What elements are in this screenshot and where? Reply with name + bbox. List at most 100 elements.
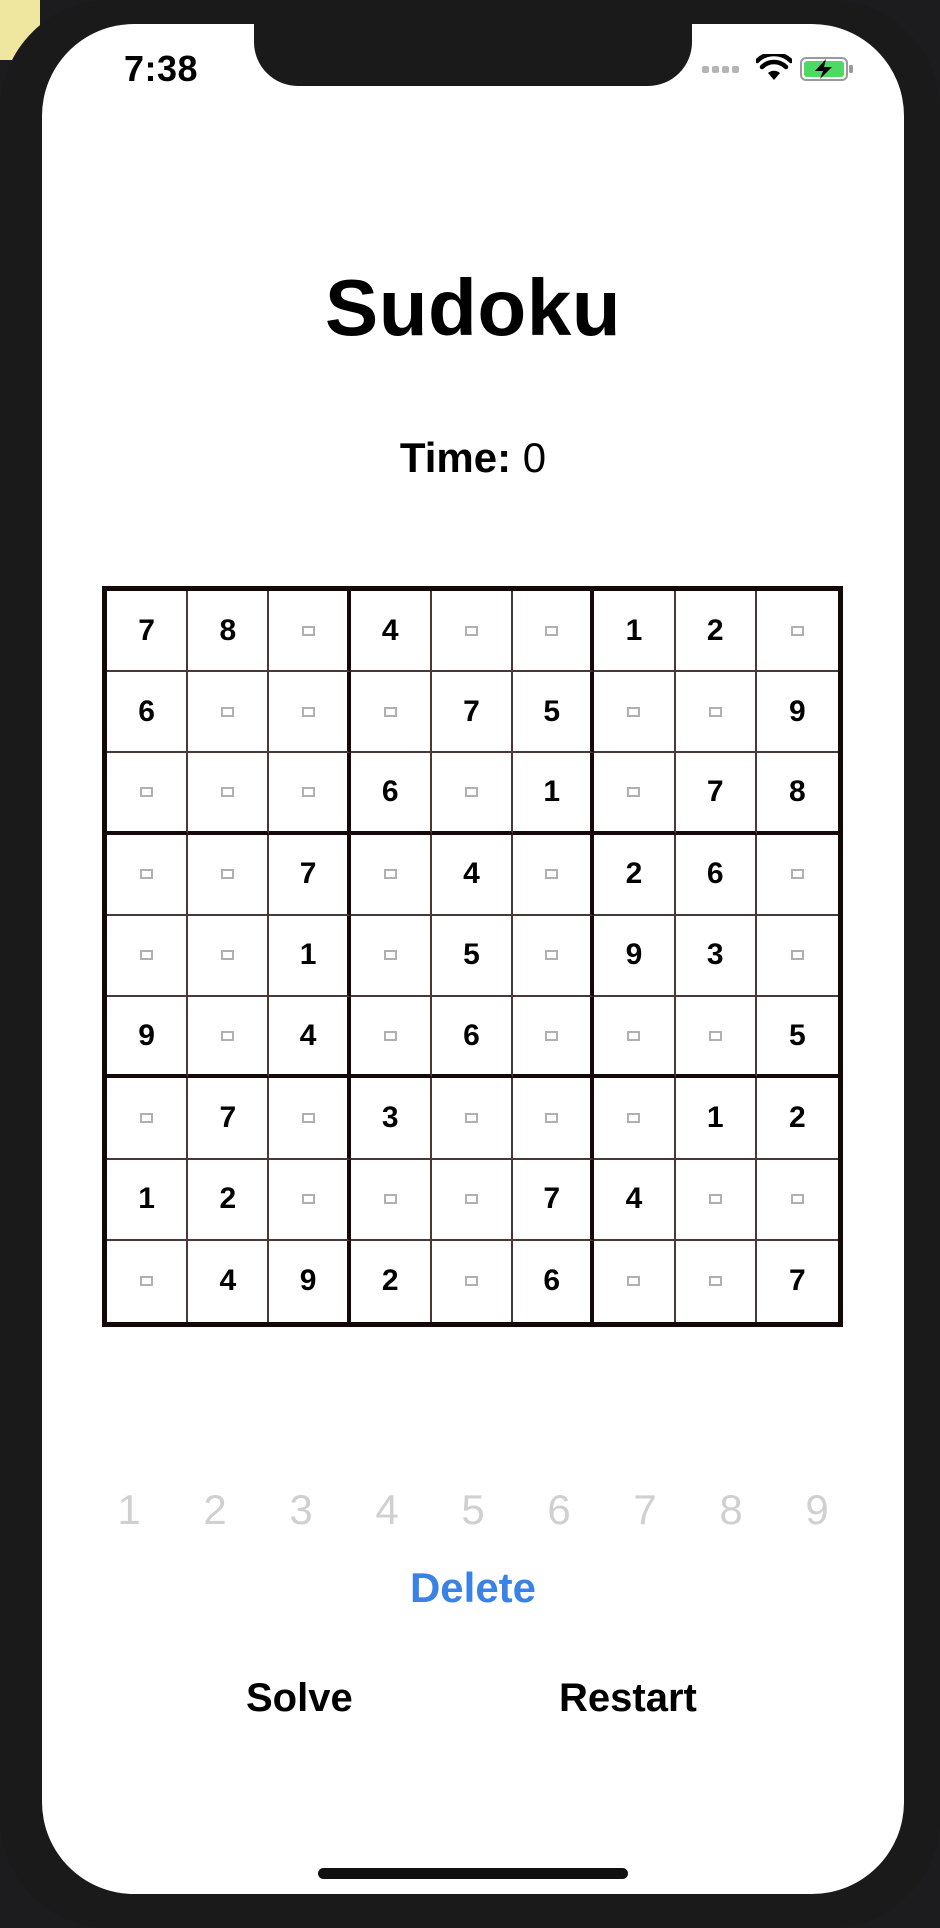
sudoku-cell[interactable] [107, 1078, 189, 1160]
solve-button[interactable]: Solve [246, 1676, 353, 1721]
sudoku-cell[interactable] [269, 1159, 351, 1241]
sudoku-cell[interactable] [188, 672, 270, 754]
delete-button[interactable]: Delete [42, 1564, 904, 1612]
sudoku-cell[interactable] [188, 997, 270, 1079]
sudoku-cell[interactable]: 2 [188, 1159, 270, 1241]
sudoku-cell[interactable] [431, 753, 514, 835]
sudoku-cell[interactable] [756, 916, 838, 998]
sudoku-cell[interactable]: 1 [107, 1159, 189, 1241]
sudoku-cell[interactable]: 1 [269, 915, 351, 998]
sudoku-cell[interactable] [107, 1240, 189, 1322]
sudoku-cell[interactable]: 6 [350, 753, 432, 835]
sudoku-cell[interactable] [676, 1240, 757, 1322]
sudoku-cell[interactable] [756, 591, 838, 673]
sudoku-cell[interactable] [269, 672, 351, 754]
number-key[interactable]: 3 [270, 1486, 332, 1534]
sudoku-cell[interactable] [431, 1078, 514, 1160]
sudoku-cell[interactable] [350, 915, 432, 998]
sudoku-cell[interactable]: 9 [756, 672, 838, 754]
sudoku-cell[interactable]: 5 [431, 915, 514, 998]
sudoku-cell[interactable] [431, 1159, 514, 1241]
sudoku-cell[interactable] [188, 834, 270, 916]
sudoku-cell[interactable]: 6 [431, 997, 514, 1079]
empty-cell-icon [140, 787, 154, 798]
number-key[interactable]: 7 [614, 1486, 676, 1534]
sudoku-cell[interactable]: 8 [188, 591, 270, 673]
sudoku-cell[interactable] [350, 1159, 432, 1241]
sudoku-cell[interactable]: 5 [756, 997, 838, 1079]
sudoku-cell[interactable] [594, 997, 676, 1079]
sudoku-cell[interactable]: 7 [757, 1241, 838, 1322]
empty-cell-icon [545, 625, 559, 636]
sudoku-cell[interactable] [107, 834, 189, 916]
sudoku-cell[interactable]: 1 [675, 1078, 757, 1160]
sudoku-cell[interactable] [594, 753, 676, 835]
sudoku-cell[interactable]: 4 [594, 1159, 676, 1241]
empty-cell-icon [221, 950, 235, 961]
sudoku-cell[interactable]: 4 [350, 591, 432, 673]
sudoku-cell[interactable]: 4 [188, 1240, 270, 1322]
sudoku-cell[interactable]: 1 [513, 753, 595, 835]
sudoku-cell[interactable] [513, 915, 595, 998]
sudoku-cell[interactable] [594, 672, 676, 754]
sudoku-cell[interactable] [431, 591, 514, 673]
sudoku-cell[interactable]: 7 [107, 591, 189, 673]
sudoku-cell[interactable] [350, 834, 432, 916]
sudoku-cell[interactable] [188, 915, 270, 998]
sudoku-cell[interactable] [675, 672, 757, 754]
sudoku-cell[interactable] [756, 1160, 838, 1241]
sudoku-cell[interactable]: 2 [756, 1078, 838, 1160]
sudoku-cell[interactable] [269, 591, 351, 673]
number-key[interactable]: 5 [442, 1486, 504, 1534]
empty-cell-icon [140, 950, 154, 961]
sudoku-cell[interactable] [432, 1240, 514, 1322]
sudoku-cell[interactable]: 6 [107, 672, 189, 754]
sudoku-cell[interactable] [675, 997, 757, 1079]
sudoku-cell[interactable]: 6 [675, 834, 757, 916]
sudoku-cell[interactable]: 7 [269, 834, 351, 916]
sudoku-cell[interactable]: 2 [351, 1240, 432, 1322]
sudoku-cell[interactable]: 9 [107, 997, 189, 1079]
sudoku-cell[interactable] [350, 672, 432, 754]
sudoku-cell[interactable] [513, 1078, 595, 1160]
restart-button[interactable]: Restart [559, 1676, 697, 1721]
sudoku-cell[interactable] [107, 753, 189, 835]
sudoku-cell[interactable] [513, 997, 595, 1079]
number-key[interactable]: 2 [184, 1486, 246, 1534]
sudoku-cell[interactable] [513, 591, 595, 673]
sudoku-cell[interactable]: 3 [675, 915, 757, 998]
sudoku-cell[interactable]: 7 [513, 1159, 595, 1241]
sudoku-cell[interactable]: 2 [675, 591, 757, 673]
sudoku-cell[interactable]: 4 [269, 997, 351, 1079]
sudoku-cell[interactable]: 4 [431, 834, 514, 916]
sudoku-cell[interactable] [594, 1240, 676, 1322]
sudoku-cell[interactable]: 1 [594, 591, 676, 673]
empty-cell-icon [790, 625, 804, 636]
sudoku-cell[interactable]: 9 [269, 1240, 351, 1322]
number-key[interactable]: 4 [356, 1486, 418, 1534]
sudoku-cell[interactable] [350, 997, 432, 1079]
sudoku-cell[interactable] [269, 753, 351, 835]
empty-cell-icon [221, 1030, 235, 1041]
timer-label: Time: [399, 434, 512, 481]
sudoku-cell[interactable]: 7 [675, 753, 757, 835]
sudoku-cell[interactable] [675, 1159, 757, 1241]
sudoku-cell[interactable]: 5 [513, 672, 595, 754]
sudoku-cell[interactable]: 3 [350, 1078, 432, 1160]
sudoku-cell[interactable] [269, 1078, 351, 1160]
sudoku-cell[interactable] [107, 915, 189, 998]
number-key[interactable]: 6 [528, 1486, 590, 1534]
sudoku-cell[interactable] [513, 834, 595, 916]
sudoku-cell[interactable]: 2 [594, 834, 676, 916]
sudoku-cell[interactable]: 9 [594, 915, 676, 998]
sudoku-cell[interactable]: 7 [188, 1078, 270, 1160]
number-key[interactable]: 8 [700, 1486, 762, 1534]
sudoku-cell[interactable]: 7 [431, 672, 514, 754]
number-key[interactable]: 9 [786, 1486, 848, 1534]
sudoku-cell[interactable] [756, 835, 838, 916]
sudoku-cell[interactable] [188, 753, 270, 835]
number-key[interactable]: 1 [98, 1486, 160, 1534]
sudoku-cell[interactable]: 8 [756, 753, 838, 835]
sudoku-cell[interactable]: 6 [513, 1240, 595, 1322]
sudoku-cell[interactable] [594, 1078, 676, 1160]
